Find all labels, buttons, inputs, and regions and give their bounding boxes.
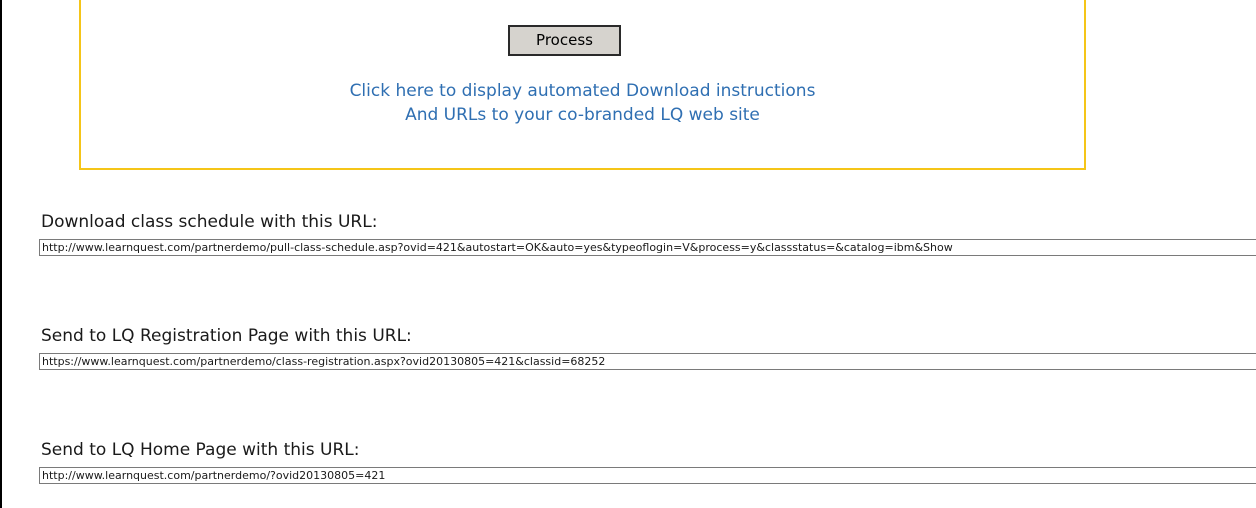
download-instructions-line-1: Click here to display automated Download… xyxy=(349,81,816,101)
class-schedule-url-label: Download class schedule with this URL: xyxy=(41,212,378,232)
class-schedule-url-field[interactable] xyxy=(39,239,1256,256)
download-instructions-line-2: And URLs to your co-branded LQ web site xyxy=(405,105,760,125)
registration-url-field[interactable] xyxy=(39,353,1256,370)
process-button[interactable]: Process xyxy=(508,25,621,56)
home-page-url-label: Send to LQ Home Page with this URL: xyxy=(41,440,360,460)
download-instructions-link[interactable]: Click here to display automated Download… xyxy=(79,79,1086,127)
home-page-url-field[interactable] xyxy=(39,467,1256,484)
registration-url-label: Send to LQ Registration Page with this U… xyxy=(41,326,412,346)
